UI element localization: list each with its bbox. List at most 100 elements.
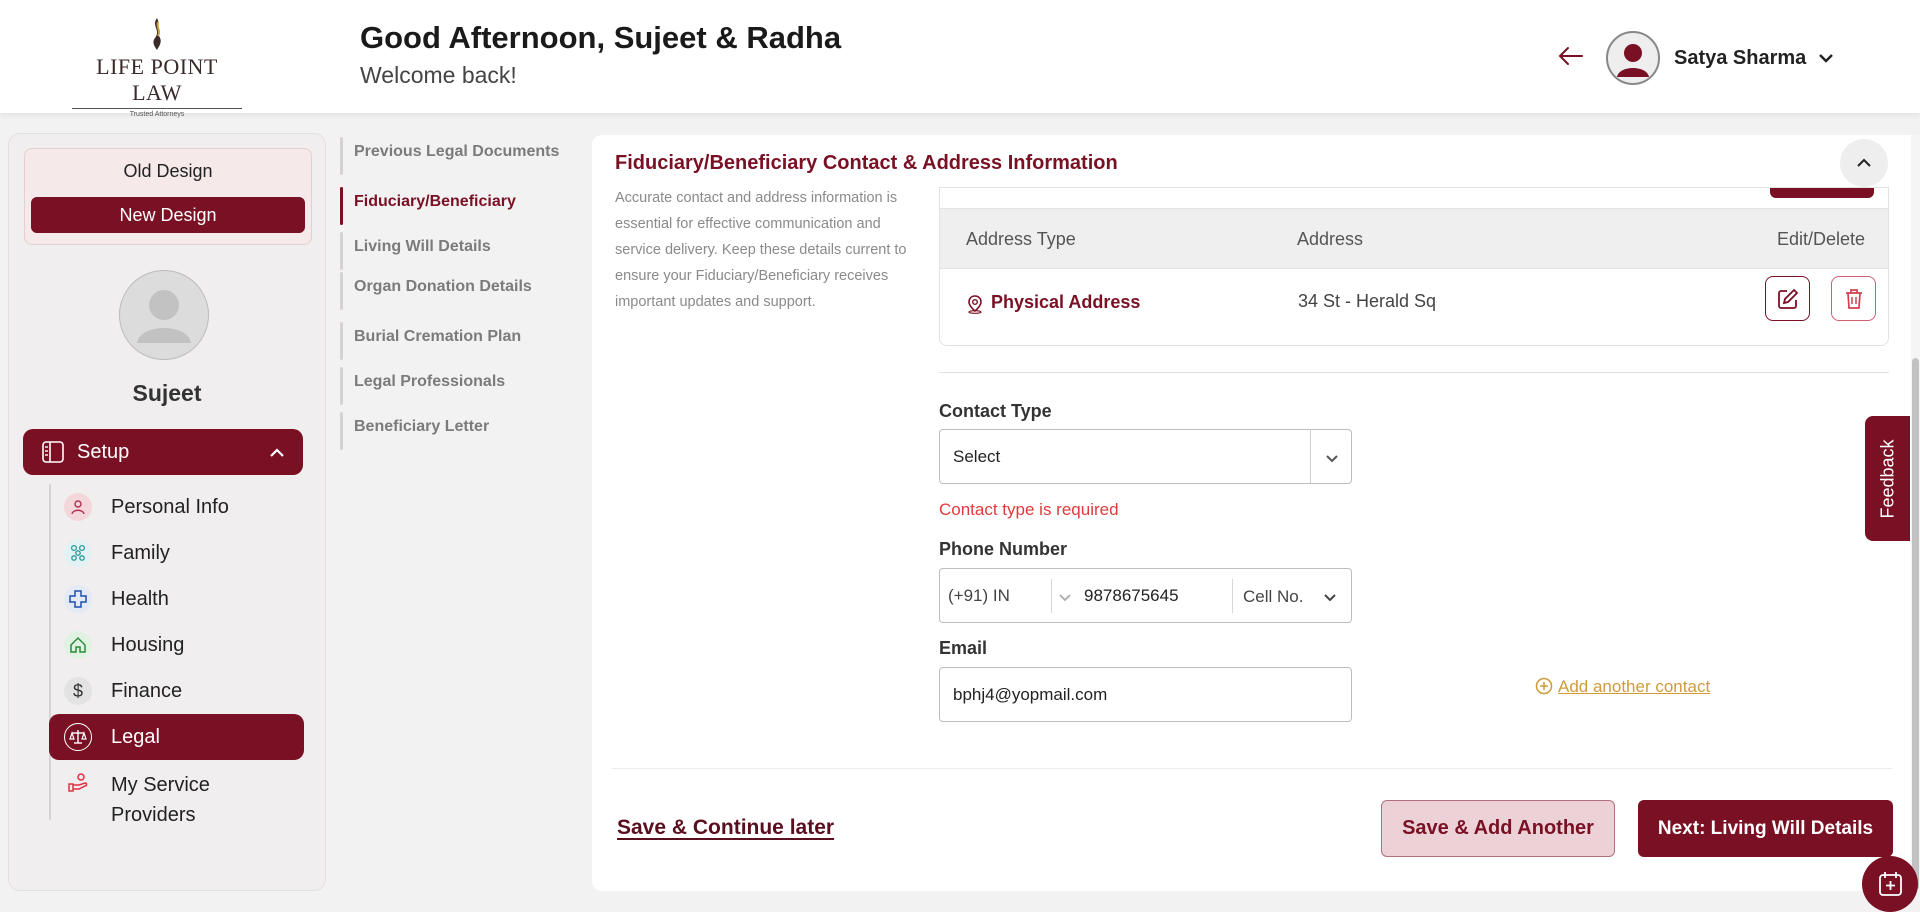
dollar-icon: $ bbox=[64, 677, 92, 705]
section-description: Accurate contact and address information… bbox=[615, 190, 907, 310]
chevron-up-icon bbox=[1857, 158, 1871, 167]
add-another-contact-link[interactable]: Add another contact bbox=[1558, 677, 1710, 697]
nav-item-label: Housing bbox=[111, 634, 185, 656]
delete-address-button[interactable] bbox=[1831, 276, 1876, 321]
feedback-label: Feedback bbox=[1877, 438, 1897, 519]
nav-item-health[interactable]: Health bbox=[49, 576, 304, 622]
step-burial-cremation-plan[interactable]: Burial Cremation Plan bbox=[340, 322, 580, 360]
step-fiduciary-beneficiary[interactable]: Fiduciary/Beneficiary bbox=[340, 187, 580, 225]
address-table-header: Address Type Address Edit/Delete bbox=[940, 208, 1888, 269]
edit-pencil-icon bbox=[1777, 288, 1798, 309]
logo-name: LIFE POINT LAW bbox=[96, 54, 218, 105]
service-hand-icon bbox=[64, 769, 92, 797]
user-avatar[interactable] bbox=[1606, 31, 1660, 85]
profile-avatar[interactable] bbox=[119, 270, 209, 360]
greeting-title: Good Afternoon, Sujeet & Radha bbox=[360, 20, 842, 55]
setup-label: Setup bbox=[77, 441, 130, 463]
scrollbar-thumb[interactable] bbox=[1912, 358, 1919, 890]
chevron-down-icon[interactable] bbox=[1816, 48, 1836, 68]
step-previous-legal-documents[interactable]: Previous Legal Documents bbox=[340, 137, 580, 175]
design-switcher: Old Design New Design bbox=[24, 148, 312, 245]
address-table: Address Type Address Edit/Delete Physica… bbox=[939, 187, 1889, 346]
setup-menu-toggle[interactable]: Setup bbox=[23, 429, 303, 475]
section-title: Fiduciary/Beneficiary Contact & Address … bbox=[615, 152, 1118, 174]
email-value: bphj4@yopmail.com bbox=[953, 685, 1108, 704]
profile-name: Sujeet bbox=[132, 380, 202, 406]
column-header-address: Address bbox=[1297, 229, 1364, 249]
phone-separator bbox=[1051, 579, 1052, 613]
home-icon bbox=[64, 631, 92, 659]
logo-flame-icon bbox=[153, 18, 161, 50]
email-field[interactable]: bphj4@yopmail.com bbox=[939, 667, 1352, 722]
chevron-down-icon[interactable] bbox=[1322, 448, 1342, 468]
edit-address-button[interactable] bbox=[1765, 276, 1810, 321]
select-separator bbox=[1310, 430, 1311, 483]
phone-type-select[interactable]: Cell No. bbox=[1243, 587, 1303, 607]
contact-type-label: Contact Type bbox=[939, 401, 1052, 421]
nav-item-family[interactable]: Family bbox=[49, 530, 304, 576]
save-continue-later-link[interactable]: Save & Continue later bbox=[617, 816, 834, 840]
phone-number-label: Phone Number bbox=[939, 539, 1068, 559]
step-living-will-details[interactable]: Living Will Details bbox=[340, 232, 580, 270]
top-header: LIFE POINT LAW Trusted Attorneys Good Af… bbox=[0, 0, 1920, 118]
nav-item-housing[interactable]: Housing bbox=[49, 622, 304, 668]
footer-divider bbox=[612, 768, 1892, 769]
setup-document-icon bbox=[42, 441, 64, 463]
nav-item-legal[interactable]: Legal bbox=[49, 714, 304, 760]
plus-circle-icon[interactable] bbox=[1535, 677, 1553, 695]
welcome-text: Welcome back! bbox=[360, 62, 517, 88]
add-address-button[interactable] bbox=[1770, 188, 1874, 198]
step-legal-professionals[interactable]: Legal Professionals bbox=[340, 367, 580, 405]
scales-icon bbox=[64, 723, 92, 751]
nav-item-label: My Service Providers bbox=[111, 774, 210, 826]
feedback-tab[interactable]: Feedback bbox=[1865, 416, 1910, 541]
old-design-option[interactable]: Old Design bbox=[25, 161, 311, 182]
person-icon bbox=[64, 493, 92, 521]
step-organ-donation-details[interactable]: Organ Donation Details bbox=[340, 272, 580, 310]
user-icon bbox=[1617, 44, 1649, 77]
phone-separator bbox=[1232, 579, 1233, 613]
address-value: 34 St - Herald Sq bbox=[1298, 291, 1437, 311]
contact-type-value: Select bbox=[953, 447, 1001, 466]
country-code-select[interactable]: (+91) IN bbox=[948, 586, 1010, 606]
family-icon bbox=[64, 539, 92, 567]
column-header-edit-delete: Edit/Delete bbox=[1777, 229, 1866, 249]
chevron-down-icon[interactable] bbox=[1056, 588, 1074, 606]
logo-divider bbox=[72, 108, 242, 109]
chevron-down-icon[interactable] bbox=[1320, 587, 1340, 607]
contact-type-error: Contact type is required bbox=[939, 500, 1119, 519]
save-add-another-button[interactable]: Save & Add Another bbox=[1381, 800, 1615, 857]
nav-item-label: Health bbox=[111, 588, 169, 610]
calendar-plus-icon bbox=[1879, 872, 1902, 896]
logo[interactable]: LIFE POINT LAW Trusted Attorneys bbox=[72, 16, 242, 118]
phone-number-input[interactable]: 9878675645 bbox=[1084, 586, 1179, 606]
main-panel: Fiduciary/Beneficiary Contact & Address … bbox=[592, 135, 1920, 891]
contact-type-select[interactable]: Select bbox=[939, 429, 1352, 484]
nav-item-label: Personal Info bbox=[111, 496, 229, 518]
section-divider bbox=[939, 372, 1889, 373]
address-type-value: Physical Address bbox=[991, 292, 1141, 312]
nav-item-label: Finance bbox=[111, 680, 183, 702]
health-cross-icon bbox=[64, 585, 92, 613]
left-sidebar: Old Design New Design Sujeet Setup Perso… bbox=[8, 133, 326, 891]
calendar-add-button[interactable] bbox=[1862, 856, 1918, 912]
nav-item-personal-info[interactable]: Personal Info bbox=[49, 484, 304, 530]
email-label: Email bbox=[939, 638, 988, 658]
nav-item-service-providers[interactable]: My Service Providers bbox=[49, 760, 304, 826]
user-name[interactable]: Satya Sharma bbox=[1674, 47, 1806, 70]
nav-item-finance[interactable]: $ Finance bbox=[49, 668, 304, 714]
phone-number-field: (+91) IN 9878675645 Cell No. bbox=[939, 568, 1352, 623]
back-arrow-icon[interactable] bbox=[1556, 44, 1584, 68]
step-beneficiary-letter[interactable]: Beneficiary Letter bbox=[340, 412, 580, 450]
trash-icon bbox=[1845, 288, 1862, 309]
logo-tagline: Trusted Attorneys bbox=[129, 111, 185, 118]
nav-item-label: Legal bbox=[111, 726, 160, 748]
person-placeholder-icon bbox=[137, 290, 191, 343]
column-header-address-type: Address Type bbox=[966, 229, 1076, 249]
next-living-will-button[interactable]: Next: Living Will Details bbox=[1638, 800, 1893, 857]
nav-item-label: Family bbox=[111, 542, 170, 564]
collapse-section-button[interactable] bbox=[1840, 139, 1888, 187]
chevron-up-icon[interactable] bbox=[267, 443, 287, 463]
new-design-option[interactable]: New Design bbox=[31, 197, 305, 233]
location-pin-icon bbox=[968, 295, 982, 314]
